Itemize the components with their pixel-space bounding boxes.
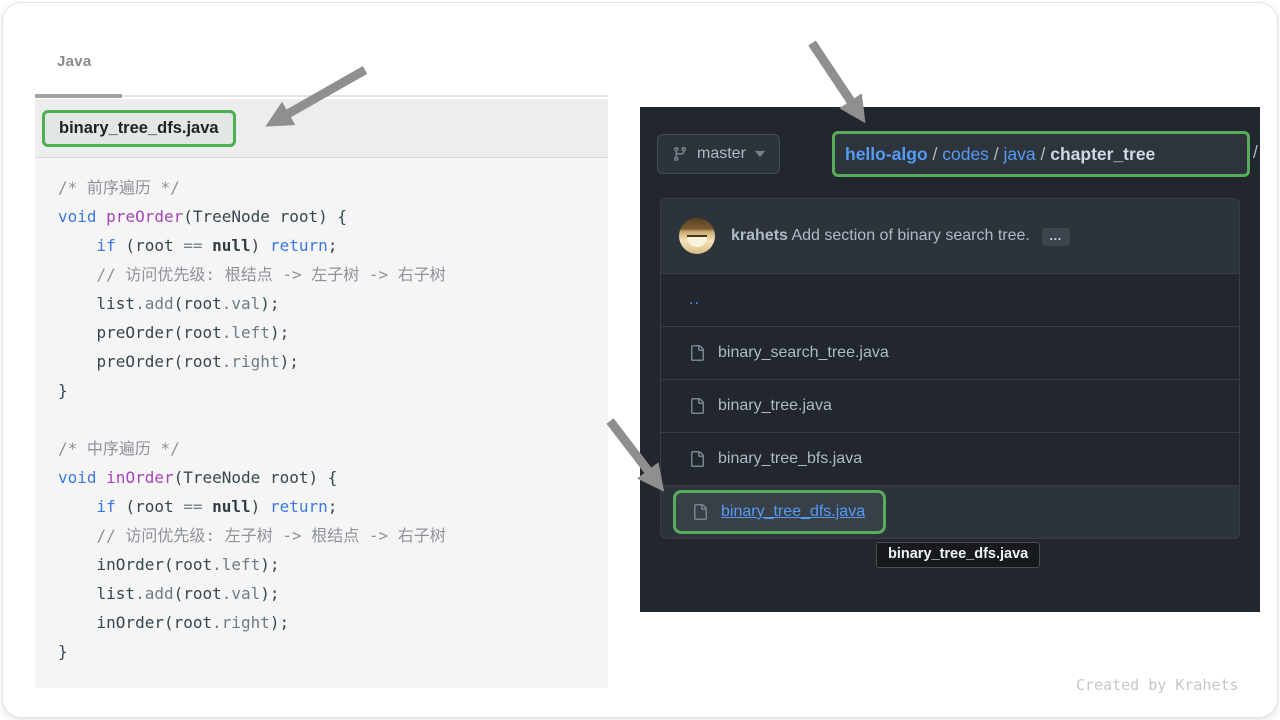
avatar[interactable] <box>679 218 715 254</box>
branch-selector-button[interactable]: master <box>657 134 780 174</box>
commit-more-button[interactable]: … <box>1042 228 1070 246</box>
code-line: void preOrder(TreeNode root) { <box>58 202 608 231</box>
file-highlight-box: binary_tree_dfs.java <box>673 490 886 534</box>
tab-java[interactable]: Java <box>57 53 92 70</box>
code-block: /* 前序遍历 */void preOrder(TreeNode root) {… <box>35 158 608 666</box>
code-line: } <box>58 637 608 666</box>
code-line: inOrder(root.left); <box>58 550 608 579</box>
code-line: // 访问优先级: 根结点 -> 左子树 -> 右子树 <box>58 260 608 289</box>
code-line: } <box>58 376 608 405</box>
breadcrumb: hello-algo / codes / java / chapter_tree <box>832 131 1250 177</box>
github-panel: master hello-algo / codes / java / chapt… <box>640 107 1260 612</box>
breadcrumb-segment-chapter_tree: chapter_tree <box>1050 144 1155 165</box>
file-row-binary_tree.java[interactable]: binary_tree.java <box>661 379 1239 432</box>
breadcrumb-segment-codes[interactable]: codes <box>942 144 989 165</box>
commit-message-link[interactable]: Add section of binary search tree. <box>788 227 1030 244</box>
code-line: if (root == null) return; <box>58 492 608 521</box>
code-line: list.add(root.val); <box>58 289 608 318</box>
file-link[interactable]: binary_tree_dfs.java <box>721 503 865 521</box>
code-line: // 访问优先级: 左子树 -> 根结点 -> 右子树 <box>58 521 608 550</box>
git-branch-icon <box>672 146 688 162</box>
code-card: binary_tree_dfs.java /* 前序遍历 */void preO… <box>35 99 608 688</box>
file-row-binary_tree_bfs.java[interactable]: binary_tree_bfs.java <box>661 432 1239 485</box>
file-browser-box: krahets Add section of binary search tre… <box>660 198 1240 539</box>
file-title-highlight: binary_tree_dfs.java <box>42 110 236 147</box>
filename-tooltip: binary_tree_dfs.java <box>876 542 1040 568</box>
active-tab-indicator <box>35 94 122 98</box>
code-line: void inOrder(TreeNode root) { <box>58 463 608 492</box>
file-icon <box>689 398 705 414</box>
credit-text: Created by Krahets <box>1076 676 1239 694</box>
screenshot-stage: Java binary_tree_dfs.java /* 前序遍历 */void… <box>0 0 1280 720</box>
chevron-down-icon <box>755 151 765 157</box>
breadcrumb-separator: / <box>1036 144 1051 165</box>
file-row-inner: binary_tree_bfs.java <box>689 450 862 468</box>
file-link[interactable]: binary_search_tree.java <box>718 344 889 362</box>
file-link[interactable]: binary_tree_bfs.java <box>718 450 862 468</box>
code-line: preOrder(root.left); <box>58 318 608 347</box>
code-line: /* 前序遍历 */ <box>58 173 608 202</box>
file-row-inner: binary_tree.java <box>689 397 832 415</box>
code-line: preOrder(root.right); <box>58 347 608 376</box>
file-row-..[interactable]: .. <box>661 273 1239 326</box>
file-link[interactable]: binary_tree.java <box>718 397 832 415</box>
breadcrumb-separator: / <box>928 144 943 165</box>
code-line <box>58 405 608 434</box>
commit-text: krahets Add section of binary search tre… <box>731 227 1070 246</box>
branch-label: master <box>697 145 746 163</box>
breadcrumb-separator: / <box>989 144 1004 165</box>
code-line: list.add(root.val); <box>58 579 608 608</box>
code-card-header: binary_tree_dfs.java <box>35 99 608 158</box>
file-icon <box>692 504 708 520</box>
commit-author-link[interactable]: krahets <box>731 227 788 244</box>
breadcrumb-trailing-slash: / <box>1253 142 1258 163</box>
breadcrumb-segment-hello-algo[interactable]: hello-algo <box>845 144 928 165</box>
code-line: if (root == null) return; <box>58 231 608 260</box>
breadcrumb-segment-java[interactable]: java <box>1004 144 1036 165</box>
file-row-binary_tree_dfs.java[interactable]: binary_tree_dfs.java <box>661 485 1239 538</box>
code-line: /* 中序遍历 */ <box>58 434 608 463</box>
file-row-inner: binary_search_tree.java <box>689 344 889 362</box>
file-icon <box>689 451 705 467</box>
latest-commit-row: krahets Add section of binary search tre… <box>661 199 1239 273</box>
file-list: .. binary_search_tree.java binary_tree.jav… <box>661 273 1239 538</box>
parent-directory-link[interactable]: .. <box>689 291 700 309</box>
file-icon <box>689 345 705 361</box>
file-row-binary_search_tree.java[interactable]: binary_search_tree.java <box>661 326 1239 379</box>
code-line: inOrder(root.right); <box>58 608 608 637</box>
